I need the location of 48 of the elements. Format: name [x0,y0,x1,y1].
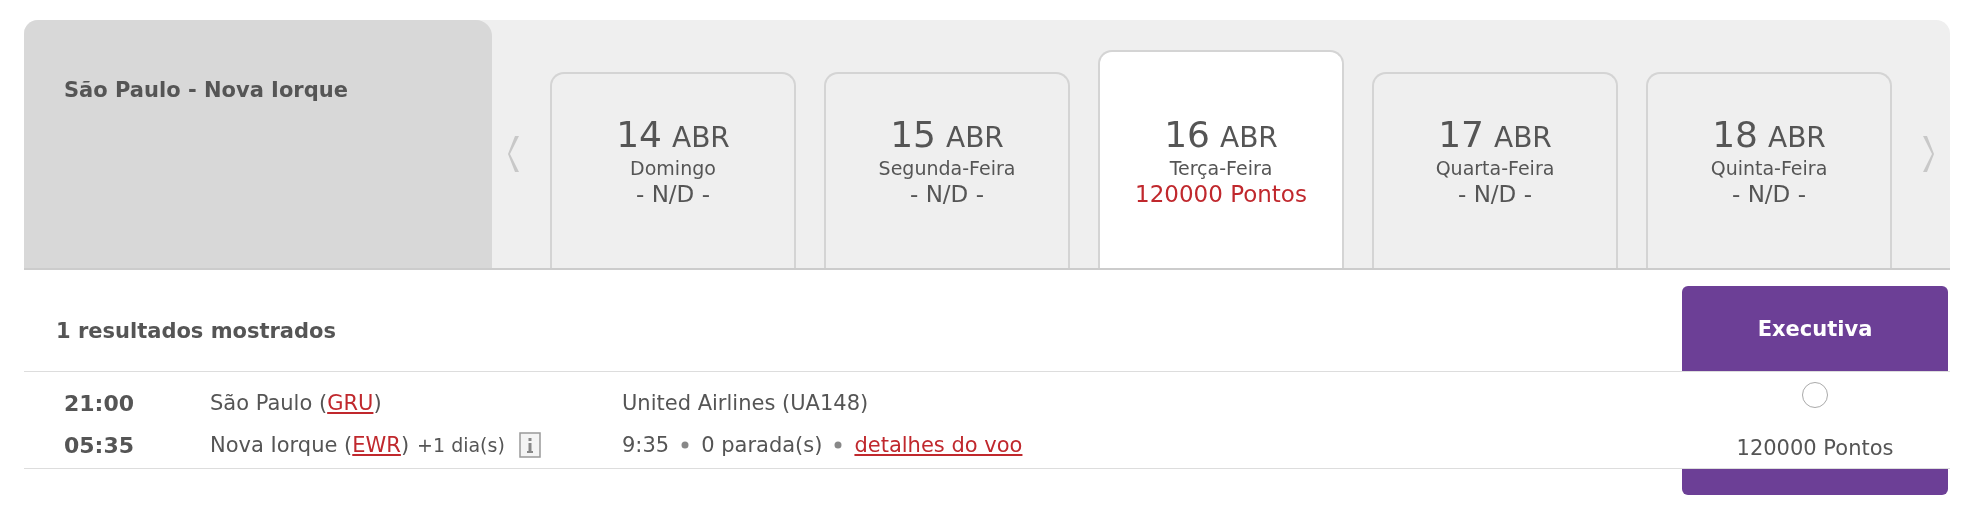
previous-arrow-icon[interactable] [506,134,522,174]
next-arrow-icon[interactable] [1920,134,1936,174]
date-day: 15 [890,114,936,155]
date-price: - N/D - [1458,181,1532,207]
origin-paren: ) [373,391,382,415]
date-month: ABR [1768,121,1826,154]
fare-radio[interactable] [1802,382,1828,408]
date-tab[interactable]: 14 ABR Domingo - N/D - [550,72,796,268]
day-offset: +1 dia(s) [417,434,505,456]
date-price: - N/D - [636,181,710,207]
date-tab[interactable]: 17 ABR Quarta-Feira - N/D - [1372,72,1618,268]
departure-time: 21:00 [64,390,136,416]
date-month: ABR [946,121,1004,154]
weekday-label: Segunda-Feira [878,157,1016,179]
date-day: 16 [1164,114,1210,155]
destination-paren: ) [400,433,410,457]
date-month: ABR [1494,121,1552,154]
flight-details-link[interactable]: detalhes do voo [854,433,1023,457]
stops-count: 0 parada(s) [701,433,823,457]
destination-city: Nova Iorque ( [210,433,353,457]
info-icon[interactable] [518,432,541,458]
date-tab[interactable]: 15 ABR Segunda-Feira - N/D - [824,72,1070,268]
date-day: 17 [1438,114,1484,155]
date-tab[interactable]: 18 ABR Quinta-Feira - N/D - [1646,72,1892,268]
airport-code-link[interactable]: GRU [327,391,374,415]
date-price: - N/D - [1732,181,1806,207]
date-month: ABR [1220,121,1278,154]
weekday-label: Terça-Feira [1169,157,1273,179]
date-month: ABR [672,121,730,154]
airline-flight: United Airlines (UA148) [622,391,869,415]
flight-duration: 9:35 [622,433,670,457]
date-price: 120000 Pontos [1135,181,1307,207]
results-count: 1 resultados mostrados [56,318,336,343]
bullet-icon [681,441,690,449]
weekday-label: Quarta-Feira [1435,157,1555,179]
date-tab[interactable]: 16 ABR Terça-Feira 120000 Pontos [1098,50,1344,268]
date-day: 14 [616,114,662,155]
bullet-icon [834,441,843,449]
arrival-time: 05:35 [64,432,136,458]
date-price: - N/D - [910,181,984,207]
date-day: 18 [1712,114,1758,155]
fare-price: 120000 Pontos [1736,436,1894,460]
weekday-label: Domingo [630,157,716,179]
origin-city: São Paulo ( [210,391,328,415]
cabin-label: Executiva [1757,316,1873,341]
route-title: São Paulo - Nova Iorque [64,78,348,102]
airport-code-link[interactable]: EWR [352,433,401,457]
weekday-label: Quinta-Feira [1710,157,1828,179]
